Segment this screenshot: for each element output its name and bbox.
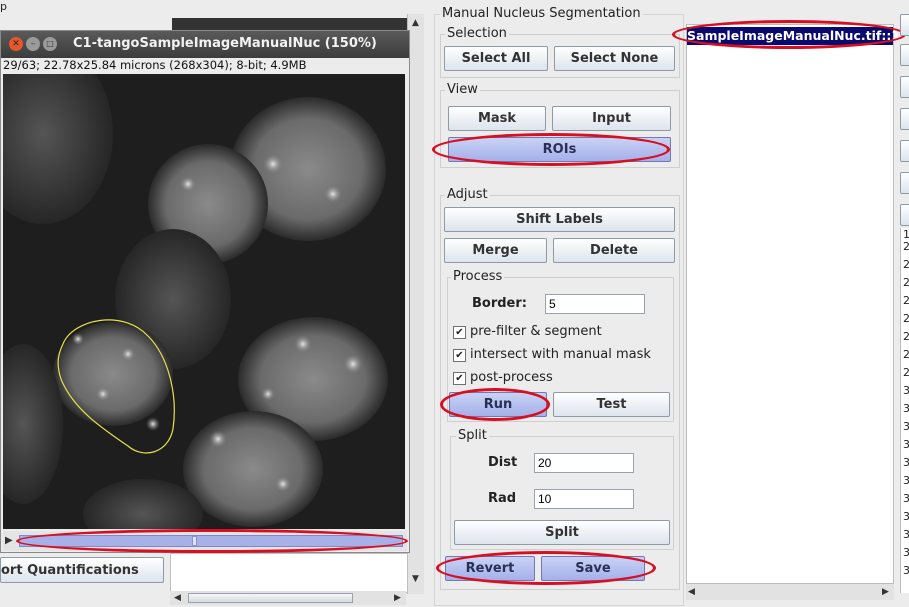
list-horizontal-scrollbar[interactable]: ◀ ▶: [686, 584, 894, 600]
list-scroll-right-icon[interactable]: ▶: [882, 587, 889, 597]
intersect-label: intersect with manual mask: [470, 347, 651, 362]
background-app-header: p: [0, 0, 170, 30]
image-window-titlebar[interactable]: ✕ – □ C1-tangoSampleImageManualNuc (150%…: [1, 31, 409, 58]
right-row: 2: [903, 366, 909, 379]
right-edge-button[interactable]: [900, 44, 909, 66]
selection-title: Selection: [445, 26, 509, 41]
revert-button[interactable]: Revert: [445, 556, 535, 581]
right-edge-button[interactable]: [900, 108, 909, 130]
right-row: 3: [903, 402, 909, 415]
scroll-up-icon[interactable]: ▲: [412, 18, 419, 28]
test-button[interactable]: Test: [553, 392, 670, 417]
scroll-down-icon[interactable]: ▼: [412, 574, 419, 584]
right-row: 2: [903, 312, 909, 325]
h-scroll-thumb[interactable]: [188, 593, 353, 603]
panel-title: Manual Nucleus Segmentation: [440, 6, 643, 21]
slice-scroll-track[interactable]: [19, 535, 403, 547]
right-edge-button[interactable]: [900, 172, 909, 194]
right-edge-button[interactable]: [900, 140, 909, 162]
rad-field[interactable]: [534, 489, 634, 509]
image-info-text: 29/63; 22.78x25.84 microns (268x304); 8-…: [3, 58, 307, 72]
process-title: Process: [451, 269, 505, 284]
background-horizontal-scrollbar[interactable]: ◀ ▶: [170, 591, 406, 605]
split-button[interactable]: Split: [454, 520, 670, 545]
border-label: Border:: [472, 296, 527, 311]
image-window-title: C1-tangoSampleImageManualNuc (150%): [73, 36, 377, 51]
close-icon[interactable]: ✕: [9, 37, 23, 51]
right-edge-button[interactable]: [900, 76, 909, 98]
postprocess-checkbox[interactable]: ✔: [453, 372, 466, 385]
dist-field[interactable]: [534, 453, 634, 473]
right-row: 3: [903, 474, 909, 487]
label-list[interactable]: SampleImageManualNuc.tif::1: [686, 24, 900, 584]
adjust-title: Adjust: [445, 187, 490, 202]
background-text-area: [170, 553, 408, 593]
border-field[interactable]: [545, 294, 645, 314]
mask-button[interactable]: Mask: [448, 106, 546, 131]
right-row: 2: [903, 348, 909, 361]
right-row: 3: [903, 564, 909, 577]
nuclei-image: [3, 74, 405, 529]
minimize-icon[interactable]: –: [26, 37, 40, 51]
scroll-right-icon[interactable]: ▶: [394, 593, 401, 603]
shift-labels-button[interactable]: Shift Labels: [444, 207, 675, 232]
right-edge-button[interactable]: [900, 204, 909, 226]
right-row: 2: [903, 240, 909, 253]
scroll-left-icon[interactable]: ◀: [174, 593, 181, 603]
play-icon[interactable]: ▶: [5, 535, 13, 546]
list-scroll-left-icon[interactable]: ◀: [688, 587, 695, 597]
postprocess-label: post-process: [470, 370, 553, 385]
prefilter-label: pre-filter & segment: [470, 324, 602, 339]
right-row: 3: [903, 384, 909, 397]
export-quantifications-button[interactable]: ort Quantifications: [0, 557, 164, 583]
list-item-label: SampleImageManualNuc.tif::1: [687, 28, 901, 43]
right-row: 3: [903, 438, 909, 451]
right-edge-button[interactable]: [900, 14, 909, 36]
select-all-button[interactable]: Select All: [444, 46, 548, 71]
right-edge-buttons: [900, 14, 909, 226]
dist-label: Dist: [488, 455, 518, 470]
background-header-text: p: [0, 0, 7, 13]
rad-label: Rad: [488, 491, 517, 506]
run-button[interactable]: Run: [449, 392, 547, 417]
right-row: 3: [903, 420, 909, 433]
intersect-checkbox[interactable]: ✔: [453, 349, 466, 362]
right-row: 3: [903, 546, 909, 559]
save-button[interactable]: Save: [541, 556, 645, 581]
maximize-icon[interactable]: □: [43, 37, 57, 51]
rois-button[interactable]: ROIs: [448, 137, 671, 162]
right-row: 2: [903, 330, 909, 343]
select-none-button[interactable]: Select None: [554, 46, 675, 71]
merge-button[interactable]: Merge: [444, 238, 547, 263]
right-row: 2: [903, 294, 909, 307]
microscopy-image[interactable]: [3, 74, 405, 529]
list-item-selected[interactable]: SampleImageManualNuc.tif::1: [687, 27, 900, 45]
right-row: 3: [903, 492, 909, 505]
right-row: 2: [903, 276, 909, 289]
prefilter-checkbox[interactable]: ✔: [453, 326, 466, 339]
slice-scroll-thumb[interactable]: [192, 536, 197, 546]
right-edge-list: 1 2 2 2 2 2 2 2 2 3 3 3 3 3 3 3 3 3 3 3: [900, 228, 909, 593]
view-title: View: [445, 82, 480, 97]
image-window: ✕ – □ C1-tangoSampleImageManualNuc (150%…: [0, 30, 410, 553]
right-row: 3: [903, 510, 909, 523]
delete-button[interactable]: Delete: [553, 238, 675, 263]
split-title: Split: [456, 428, 489, 443]
right-row: 2: [903, 258, 909, 271]
right-row: 3: [903, 456, 909, 469]
image-slice-scrollbar[interactable]: ▶: [3, 531, 407, 551]
input-button[interactable]: Input: [552, 106, 671, 131]
right-row: 3: [903, 528, 909, 541]
